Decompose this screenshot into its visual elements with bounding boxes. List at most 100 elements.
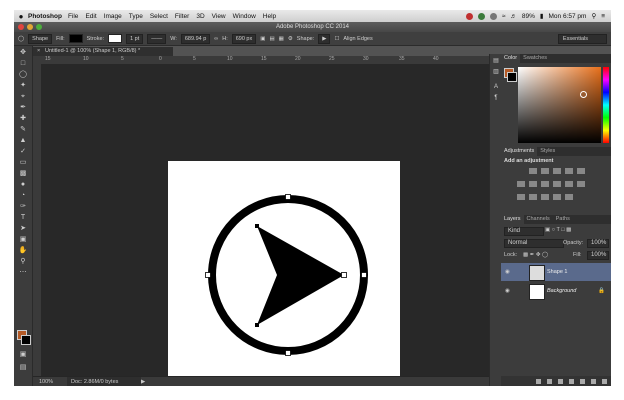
brightness-icon[interactable] <box>529 168 537 174</box>
channel-mixer-icon[interactable] <box>565 181 573 187</box>
dodge-tool-icon[interactable]: ◔ <box>17 191 29 200</box>
canvas-area[interactable] <box>41 64 489 386</box>
shape-picker[interactable]: ▶ <box>318 33 331 44</box>
tab-color[interactable]: Color <box>501 54 521 63</box>
tab-swatches[interactable]: Swatches <box>520 54 550 63</box>
menu-layer[interactable]: Type <box>129 13 143 20</box>
app-menu[interactable]: Photoshop <box>28 13 62 20</box>
height-field[interactable]: 690 px <box>231 33 257 44</box>
invert-icon[interactable] <box>517 194 525 200</box>
tab-paths[interactable]: Paths <box>553 215 573 224</box>
layer-filter-select[interactable]: Kind <box>504 227 544 236</box>
width-field[interactable]: 689.94 p <box>180 33 211 44</box>
pen-tool-icon[interactable]: ✑ <box>17 202 29 211</box>
marquee-tool-icon[interactable]: □ <box>17 59 29 68</box>
apple-menu-icon[interactable]: ● <box>14 12 28 21</box>
play-button-shape[interactable] <box>168 161 400 386</box>
stroke-type-select[interactable]: —— <box>147 33 167 44</box>
curves-icon[interactable] <box>553 168 561 174</box>
align-edges-checkbox[interactable]: ☐ <box>334 36 339 42</box>
status-app-icon[interactable] <box>465 12 473 20</box>
document-tab[interactable]: × Untitled-1 @ 100% (Shape 1, RGB/8) * <box>33 47 173 56</box>
menu-filter[interactable]: 3D <box>196 13 204 20</box>
lasso-tool-icon[interactable]: ◯ <box>17 70 29 79</box>
notification-icon[interactable]: ≡ <box>601 13 605 20</box>
anchor-point[interactable] <box>285 194 291 200</box>
status-app-icon[interactable] <box>477 12 485 20</box>
layer-name[interactable]: Shape 1 <box>547 263 568 281</box>
posterize-icon[interactable] <box>529 194 537 200</box>
tool-preset-icon[interactable]: ◯ <box>18 36 24 42</box>
history-brush-tool-icon[interactable]: ✓ <box>17 147 29 156</box>
color-picker-cursor[interactable] <box>580 91 587 98</box>
layer-style-icon[interactable] <box>547 378 552 384</box>
layer-row-shape-1[interactable]: ◉ Shape 1 <box>501 263 611 281</box>
healing-tool-icon[interactable]: ✚ <box>17 114 29 123</box>
vertical-ruler[interactable] <box>33 64 41 376</box>
hue-slider[interactable] <box>603 67 609 143</box>
zoom-level[interactable]: 100% <box>39 377 53 386</box>
color-lookup-icon[interactable] <box>577 181 585 187</box>
gradient-map-icon[interactable] <box>565 194 573 200</box>
brush-tool-icon[interactable]: ✎ <box>17 125 29 134</box>
close-window-button[interactable] <box>18 24 24 30</box>
path-select-tool-icon[interactable]: ➤ <box>17 224 29 233</box>
volume-icon[interactable]: ♬ <box>510 13 517 20</box>
fill-field[interactable]: 100% <box>587 251 609 260</box>
layer-row-background[interactable]: ◉ Background 🔒 <box>501 282 611 300</box>
tab-adjustments[interactable]: Adjustments <box>501 147 538 156</box>
settings-gear-icon[interactable]: ⚙ <box>288 36 293 42</box>
menu-view[interactable]: Window <box>233 13 256 20</box>
vibrance-icon[interactable] <box>577 168 585 174</box>
exposure-icon[interactable] <box>565 168 573 174</box>
menu-file[interactable]: File <box>68 13 78 20</box>
new-group-icon[interactable] <box>580 378 585 384</box>
spotlight-icon[interactable]: ⚲ <box>591 12 596 20</box>
anchor-point[interactable] <box>205 272 211 278</box>
hue-saturation-icon[interactable] <box>517 181 525 187</box>
photo-filter-icon[interactable] <box>553 181 561 187</box>
add-mask-icon[interactable] <box>558 378 563 384</box>
character-icon[interactable]: A <box>492 84 500 92</box>
anchor-point[interactable] <box>361 272 367 278</box>
lock-icons[interactable]: ▩ ✒ ✥ ◯ <box>523 252 548 258</box>
menu-window[interactable]: Help <box>263 13 276 20</box>
blur-tool-icon[interactable]: ● <box>17 180 29 189</box>
history-icon[interactable]: ▤ <box>492 57 500 65</box>
tool-mode-select[interactable]: Shape <box>28 33 53 44</box>
threshold-icon[interactable] <box>541 194 549 200</box>
levels-icon[interactable] <box>541 168 549 174</box>
move-tool-icon[interactable]: ✥ <box>17 48 29 57</box>
zoom-window-button[interactable] <box>36 24 42 30</box>
properties-icon[interactable]: ▥ <box>492 68 500 76</box>
minimize-window-button[interactable] <box>27 24 33 30</box>
anchor-point[interactable] <box>341 272 347 278</box>
opacity-field[interactable]: 100% <box>587 239 609 248</box>
gradient-tool-icon[interactable]: ▩ <box>17 169 29 178</box>
shape-tool-icon[interactable]: ▣ <box>17 235 29 244</box>
status-menu-arrow[interactable]: ▶ <box>141 377 145 386</box>
paragraph-icon[interactable]: ¶ <box>492 95 500 103</box>
anchor-point[interactable] <box>255 323 259 327</box>
black-white-icon[interactable] <box>541 181 549 187</box>
path-operations-icon[interactable]: ▣ <box>260 36 265 42</box>
new-adjustment-layer-icon[interactable] <box>569 378 574 384</box>
visibility-eye-icon[interactable]: ◉ <box>505 282 510 300</box>
quick-select-tool-icon[interactable]: ✦ <box>17 81 29 90</box>
stroke-swatch[interactable] <box>108 34 123 43</box>
quick-mask-icon[interactable]: ▣ <box>17 350 29 359</box>
layer-name[interactable]: Background <box>547 282 576 300</box>
clock-icon[interactable] <box>489 12 497 20</box>
tab-channels[interactable]: Channels <box>524 215 553 224</box>
zoom-tool-icon[interactable]: ⚲ <box>17 257 29 266</box>
link-layers-icon[interactable] <box>536 378 541 384</box>
document-canvas[interactable] <box>168 161 400 386</box>
background-color-swatch[interactable] <box>21 335 31 345</box>
workspace-select[interactable]: Essentials <box>557 33 607 44</box>
tab-styles[interactable]: Styles <box>537 147 558 156</box>
visibility-eye-icon[interactable]: ◉ <box>505 263 510 281</box>
menu-type[interactable]: Select <box>150 13 168 20</box>
close-tab-icon[interactable]: × <box>37 47 40 56</box>
anchor-point[interactable] <box>285 350 291 356</box>
new-layer-icon[interactable] <box>591 378 596 384</box>
